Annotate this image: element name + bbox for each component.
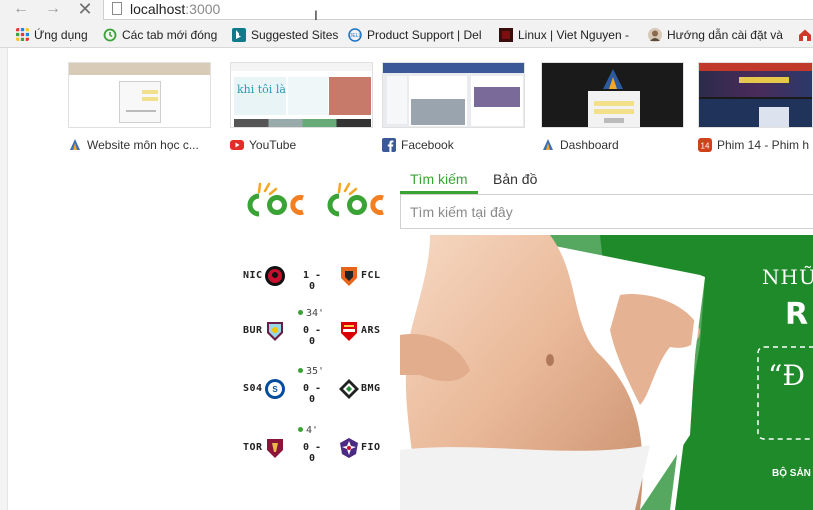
match-row[interactable]: NIC 1 - 0 FCL bbox=[238, 253, 398, 293]
site-logo-icon bbox=[70, 139, 80, 150]
browser-toolbar: ← → ✕ localhost:3000 I bbox=[0, 0, 813, 22]
most-visited-tile[interactable]: Facebook bbox=[382, 62, 525, 152]
ad-footer: BỘ SẢN bbox=[772, 468, 811, 479]
bookmark-dell-support[interactable]: DELL Product Support | Del bbox=[348, 26, 483, 44]
most-visited-tile[interactable]: Dashboard bbox=[541, 62, 684, 152]
burnley-crest-icon bbox=[267, 322, 283, 341]
match-score: 0 - 0 bbox=[302, 325, 322, 347]
home-team: TOR bbox=[243, 442, 263, 453]
phim14-icon: 14 bbox=[698, 138, 712, 152]
match-score: 0 - 0 bbox=[302, 383, 322, 405]
stop-icon[interactable]: ✕ bbox=[74, 0, 96, 20]
match-minute: 34' bbox=[298, 308, 324, 319]
match-row[interactable]: 34' BUR 0 - 0 ARS bbox=[238, 308, 398, 348]
most-visited-tile[interactable]: khi tôi là tôi YouTube bbox=[230, 62, 373, 152]
svg-text:DELL: DELL bbox=[349, 33, 362, 39]
ad-artwork bbox=[400, 235, 813, 510]
bookmark-home[interactable] bbox=[798, 26, 813, 44]
ad-banner[interactable]: NHỮ R “Đ BỘ SẢN bbox=[400, 235, 813, 510]
home-icon bbox=[799, 29, 811, 41]
tile-thumbnail bbox=[541, 62, 684, 128]
schalke-crest-icon: S bbox=[265, 379, 285, 399]
torino-crest-icon bbox=[267, 439, 283, 458]
lorient-crest-icon bbox=[341, 267, 357, 286]
dell-icon: DELL bbox=[348, 28, 362, 42]
match-minute: 4' bbox=[298, 425, 318, 436]
tile-thumbnail bbox=[382, 62, 525, 128]
search-input[interactable] bbox=[401, 195, 801, 228]
away-team: FCL bbox=[361, 270, 381, 281]
match-row[interactable]: 4' TOR 0 - 0 FIO bbox=[238, 425, 398, 465]
bookmark-linux-viet[interactable]: Linux | Viet Nguyen - bbox=[499, 26, 635, 44]
bing-icon bbox=[232, 28, 246, 42]
bookmark-label: Product Support | Del bbox=[367, 28, 482, 42]
bookmark-label: Linux | Viet Nguyen - bbox=[518, 28, 629, 42]
address-bar[interactable]: localhost:3000 bbox=[103, 0, 813, 20]
youtube-icon bbox=[230, 140, 244, 150]
tile-thumbnail bbox=[698, 62, 813, 128]
apps-grid-icon bbox=[16, 28, 29, 41]
page-left-edge bbox=[0, 48, 8, 510]
facebook-icon bbox=[382, 138, 396, 152]
most-visited-tile[interactable]: Website môn học c... bbox=[68, 62, 211, 152]
away-team: FIO bbox=[361, 442, 381, 453]
bookmark-label: Suggested Sites bbox=[251, 28, 339, 42]
tile-label: Facebook bbox=[382, 137, 525, 153]
bookmark-huong-dan[interactable]: Hướng dẫn cài đặt và bbox=[648, 26, 788, 44]
logo-mark-right bbox=[327, 182, 384, 217]
match-minute: 35' bbox=[298, 366, 324, 377]
coccoc-logo bbox=[247, 182, 384, 217]
away-team: BMG bbox=[361, 383, 381, 394]
bookmark-recent-tabs[interactable]: Các tab mới đóng bbox=[103, 26, 217, 44]
bookmark-apps[interactable]: Ứng dụng bbox=[16, 26, 88, 44]
linux-site-icon bbox=[499, 28, 513, 42]
dashboard-icon bbox=[543, 139, 553, 150]
bookmark-suggested-sites[interactable]: Suggested Sites bbox=[232, 26, 338, 44]
home-team: BUR bbox=[243, 325, 263, 336]
tile-thumbnail: khi tôi là tôi bbox=[230, 62, 373, 128]
ad-quote: “Đ bbox=[768, 359, 805, 392]
fiorentina-crest-icon bbox=[340, 438, 358, 458]
match-score: 0 - 0 bbox=[302, 442, 322, 464]
bookmarks-bar: Ứng dụng Các tab mới đóng Suggested Site… bbox=[0, 22, 813, 48]
tile-thumbnail bbox=[68, 62, 211, 128]
text-cursor-icon: I bbox=[314, 7, 318, 23]
tile-label: 14 Phim 14 - Phim h bbox=[698, 137, 813, 153]
back-arrow-icon[interactable]: ← bbox=[10, 0, 32, 20]
logo-mark-left bbox=[247, 182, 304, 217]
tile-label: Website môn học c... bbox=[68, 137, 211, 153]
svg-text:14: 14 bbox=[701, 142, 710, 151]
url-text: localhost:3000 bbox=[130, 1, 221, 17]
avatar-icon bbox=[648, 28, 662, 42]
match-row[interactable]: 35' S04 S 0 - 0 BMG bbox=[238, 366, 398, 406]
nice-crest-icon bbox=[265, 266, 285, 286]
away-team: ARS bbox=[361, 325, 381, 336]
tab-maps[interactable]: Bản đồ bbox=[483, 166, 547, 194]
most-visited-tile[interactable]: 14 Phim 14 - Phim h bbox=[698, 62, 813, 152]
bookmark-label: Các tab mới đóng bbox=[122, 28, 218, 42]
bookmark-label: Hướng dẫn cài đặt và bbox=[667, 28, 783, 42]
arsenal-crest-icon bbox=[341, 322, 357, 341]
forward-arrow-icon[interactable]: → bbox=[42, 0, 64, 20]
bookmark-label: Ứng dụng bbox=[34, 28, 88, 42]
search-box bbox=[400, 194, 813, 229]
match-score: 1 - 0 bbox=[302, 270, 322, 292]
history-icon bbox=[103, 28, 117, 42]
gladbach-crest-icon bbox=[339, 379, 359, 399]
home-team: NIC bbox=[243, 270, 263, 281]
page-icon bbox=[112, 2, 122, 15]
home-team: S04 bbox=[243, 383, 263, 394]
tile-label: YouTube bbox=[230, 137, 373, 153]
ad-title: R bbox=[785, 297, 809, 332]
tab-search[interactable]: Tìm kiếm bbox=[400, 166, 478, 194]
svg-text:S: S bbox=[272, 385, 278, 394]
ad-headline: NHỮ bbox=[762, 265, 813, 289]
tile-label: Dashboard bbox=[541, 137, 684, 153]
